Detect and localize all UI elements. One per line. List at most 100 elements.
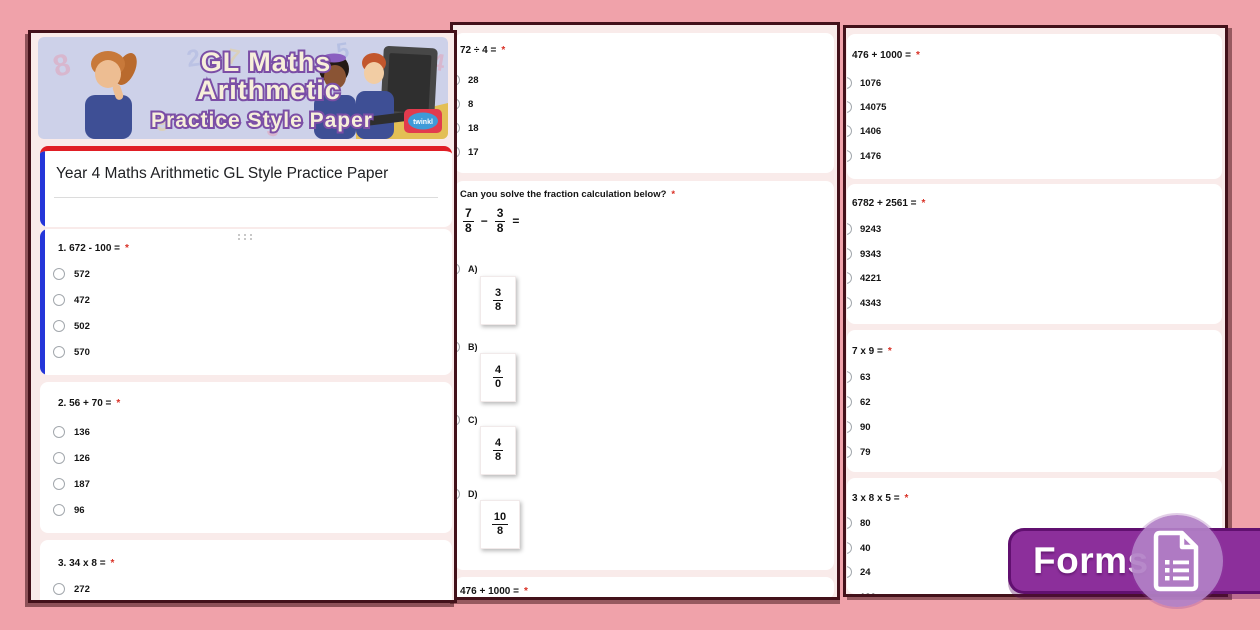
radio-icon[interactable] (847, 446, 852, 458)
option-label: 502 (74, 320, 90, 332)
option-label: 24 (860, 566, 871, 578)
option-row[interactable]: 17 (455, 145, 479, 159)
option-row[interactable]: 570 (53, 345, 90, 359)
forms-logo-circle (1131, 515, 1223, 607)
radio-icon[interactable] (53, 426, 65, 438)
option-row[interactable]: 572 (53, 267, 90, 281)
option-row[interactable]: 24 (847, 565, 871, 579)
option-row[interactable]: 9243 (847, 222, 881, 236)
option-label: 572 (74, 268, 90, 280)
title-divider (54, 197, 438, 198)
radio-icon[interactable] (53, 268, 65, 280)
option-row[interactable]: 96 (53, 503, 85, 517)
radio-icon[interactable] (847, 272, 852, 284)
required-asterisk: * (523, 586, 528, 597)
option-row[interactable]: 18 (455, 121, 479, 135)
option-row[interactable]: 472 (53, 293, 90, 307)
question-label: Can you solve the fraction calculation b… (460, 189, 676, 200)
question-label: 72 ÷ 4 = * (460, 45, 506, 56)
radio-icon[interactable] (53, 583, 65, 595)
option-row[interactable]: 1076 (847, 76, 881, 90)
option-row[interactable]: 1476 (847, 149, 881, 163)
choice-row-d[interactable]: D) (455, 487, 478, 501)
option-label: 79 (860, 446, 871, 458)
question-card-partial: 476 + 1000 = * (455, 577, 834, 597)
option-row[interactable]: 28 (455, 73, 479, 87)
option-label: 1406 (860, 125, 882, 137)
required-asterisk: * (921, 198, 926, 209)
choice-row-a[interactable]: A) (455, 262, 478, 276)
radio-icon[interactable] (53, 452, 65, 464)
option-label: 9343 (860, 248, 882, 260)
choice-key-label: B) (468, 342, 478, 352)
choice-row-b[interactable]: B) (455, 340, 478, 354)
question-card-q8: 7 x 9 = * 63 62 90 79 (847, 330, 1222, 472)
option-row[interactable]: 8 (455, 97, 473, 111)
required-asterisk: * (671, 189, 676, 200)
fraction: 38 (494, 206, 506, 235)
option-row[interactable]: 63 (847, 370, 871, 384)
radio-icon[interactable] (847, 396, 852, 408)
form-title-card: Year 4 Maths Arithmetic GL Style Practic… (40, 146, 452, 227)
radio-icon[interactable] (847, 150, 852, 162)
option-row[interactable]: 14075 (847, 100, 886, 114)
radio-icon[interactable] (847, 517, 852, 529)
radio-icon[interactable] (53, 294, 65, 306)
option-row[interactable]: 4343 (847, 296, 881, 310)
radio-icon[interactable] (53, 504, 65, 516)
choice-fraction-image-c: 48 (480, 426, 516, 475)
radio-icon[interactable] (847, 542, 852, 554)
form-title: Year 4 Maths Arithmetic GL Style Practic… (56, 165, 389, 182)
radio-icon[interactable] (847, 101, 852, 113)
question-card-q2: 2. 56 + 70 = * 136 126 187 96 (40, 382, 452, 533)
option-row[interactable]: 62 (847, 395, 871, 409)
option-label: 1076 (860, 77, 882, 89)
choice-key-label: C) (468, 415, 478, 425)
radio-icon[interactable] (847, 371, 852, 383)
radio-icon[interactable] (847, 566, 852, 578)
radio-icon[interactable] (847, 125, 852, 137)
radio-icon[interactable] (847, 248, 852, 260)
option-row[interactable]: 4221 (847, 271, 881, 285)
question-card-q1: 1. 672 - 100 = * 572 472 502 570 (40, 229, 452, 375)
option-row[interactable]: 126 (53, 451, 90, 465)
option-row[interactable]: 272 (53, 582, 90, 596)
radio-icon[interactable] (847, 223, 852, 235)
radio-icon[interactable] (53, 346, 65, 358)
choice-row-c[interactable]: C) (455, 413, 478, 427)
selected-card-indicator (40, 151, 45, 227)
option-row[interactable]: 80 (847, 516, 871, 530)
option-row[interactable]: 90 (847, 420, 871, 434)
radio-icon[interactable] (847, 591, 852, 594)
twinkl-logo: twinkl (404, 109, 442, 133)
radio-icon[interactable] (847, 77, 852, 89)
option-row[interactable]: 502 (53, 319, 90, 333)
choice-fraction-image-b: 40 (480, 353, 516, 402)
required-asterisk: * (116, 398, 121, 409)
option-label: 8 (468, 98, 474, 110)
question-label: 7 x 9 = * (852, 346, 892, 357)
drag-handle-icon[interactable] (238, 234, 254, 242)
option-label: 28 (468, 74, 479, 86)
question-label: 2. 56 + 70 = * (58, 398, 121, 409)
fraction: 78 (463, 206, 474, 235)
question-label: 476 + 1000 = * (852, 50, 920, 61)
radio-icon[interactable] (847, 421, 852, 433)
option-label: 126 (74, 452, 90, 464)
question-label: 3 x 8 x 5 = * (852, 493, 909, 504)
option-row[interactable]: 136 (53, 425, 90, 439)
option-row[interactable]: 1406 (847, 124, 881, 138)
option-row[interactable]: 79 (847, 445, 871, 459)
option-row[interactable]: 40 (847, 541, 871, 555)
radio-icon[interactable] (53, 320, 65, 332)
option-label: 18 (468, 122, 479, 134)
question-card-q3: 3. 34 x 8 = * 272 (40, 540, 452, 600)
option-row[interactable]: 9343 (847, 247, 881, 261)
option-label: 570 (74, 346, 90, 358)
radio-icon[interactable] (53, 478, 65, 490)
radio-icon[interactable] (847, 297, 852, 309)
option-row[interactable]: 187 (53, 477, 90, 491)
option-row[interactable]: 120 (847, 590, 876, 594)
required-asterisk: * (501, 45, 506, 56)
option-label: 96 (74, 504, 85, 516)
